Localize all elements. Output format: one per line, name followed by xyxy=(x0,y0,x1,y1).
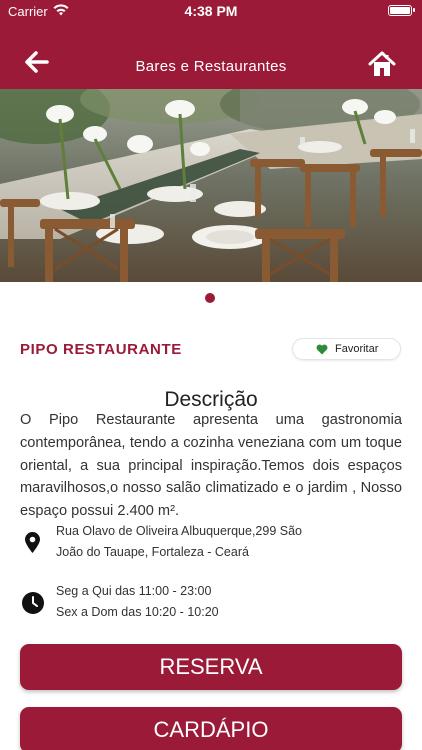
carousel-page-indicator[interactable] xyxy=(205,293,215,303)
battery-icon xyxy=(388,5,415,16)
hours-line-1: Seg a Qui das 11:00 - 23:00 xyxy=(56,584,212,598)
restaurant-name: PIPO RESTAURANTE xyxy=(20,341,182,358)
status-time: 4:38 PM xyxy=(184,3,238,19)
address-line-2: João do Tauape, Fortaleza - Ceará xyxy=(56,545,249,559)
restaurant-photo-image xyxy=(0,89,422,282)
heart-icon xyxy=(316,344,328,355)
favorite-button[interactable]: Favoritar xyxy=(292,338,401,360)
page-title: Bares e Restaurantes xyxy=(135,58,287,75)
description-text: O Pipo Restaurante apresenta uma gastron… xyxy=(20,412,402,520)
reserve-button[interactable]: RESERVA xyxy=(20,644,402,690)
hours-line-2: Sex a Dom das 10:20 - 10:20 xyxy=(56,605,219,619)
menu-button[interactable]: CARDÁPIO xyxy=(20,707,402,750)
favorite-label: Favoritar xyxy=(335,343,379,355)
home-icon xyxy=(368,51,396,76)
clock-icon xyxy=(22,592,44,614)
status-bar: Carrier 4:38 PM xyxy=(0,0,422,24)
home-button[interactable] xyxy=(368,50,396,78)
location-pin-icon xyxy=(25,532,40,553)
restaurant-photo[interactable] xyxy=(0,89,422,282)
app-header: Carrier 4:38 PM Bares e Restaurantes xyxy=(0,0,422,89)
address-line-1: Rua Olavo de Oliveira Albuquerque,299 Sã… xyxy=(56,524,302,538)
